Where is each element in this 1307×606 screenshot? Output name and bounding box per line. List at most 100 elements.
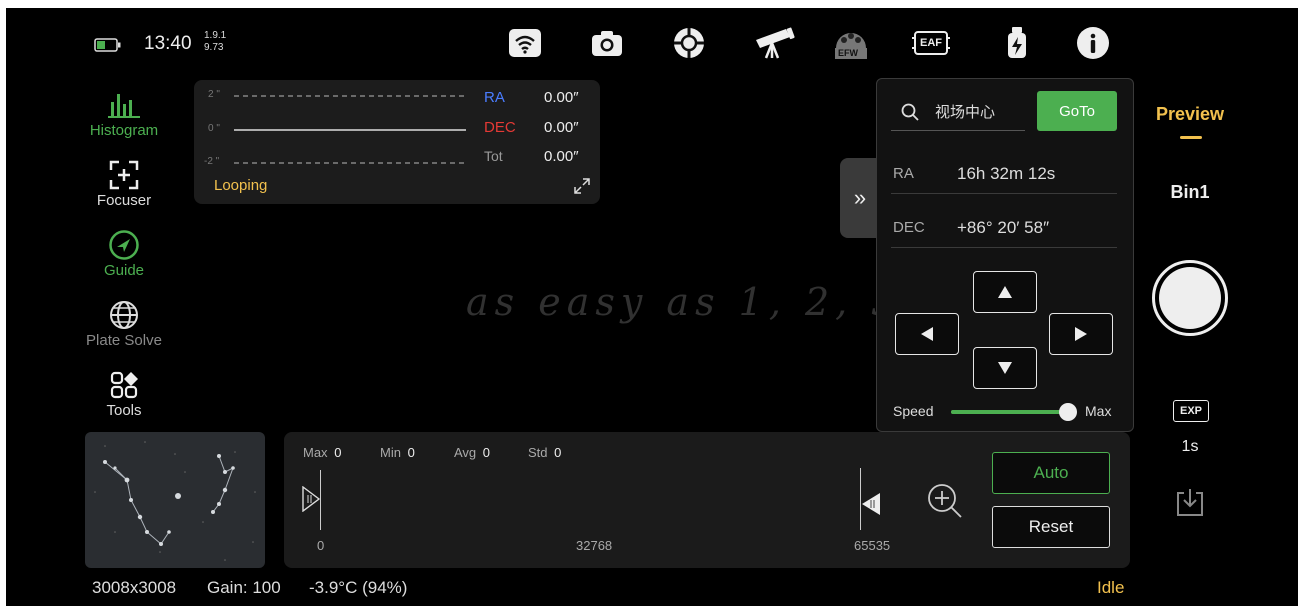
stat-max-value: 0 [334,445,342,460]
stat-max-label: Max [303,445,328,460]
move-up-button[interactable] [973,271,1037,313]
guide-graph-lines [234,95,466,164]
stat-avg-label: Avg [454,445,477,460]
menu-guide[interactable]: Guide [80,228,168,279]
stat-min-label: Min [380,445,401,460]
y-label-bottom: -2 " [204,156,220,167]
temperature-info: -3.9°C (94%) [309,578,408,597]
bin-selector[interactable]: Bin1 [1148,182,1232,203]
search-underline [891,130,1025,131]
menu-plate-solve[interactable]: Plate Solve [80,298,168,349]
dec-coord-label: DEC [893,219,925,236]
speed-slider[interactable] [951,403,1077,421]
scale-mid: 32768 [576,538,613,553]
histogram-icon [80,88,168,122]
wifi-icon[interactable] [508,26,542,60]
clock: 13:40 [144,33,192,54]
black-point-handle[interactable] [302,485,321,517]
tot-label: Tot [484,148,503,164]
menu-histogram-label: Histogram [89,122,159,139]
scale-max: 65535 [854,538,891,553]
y-label-mid: 0 " [208,123,220,134]
guide-icon [80,228,168,262]
menu-tools[interactable]: Tools [80,368,168,419]
ra-value: 0.00″ [544,89,579,106]
zoom-in-icon[interactable] [926,482,964,525]
menu-guide-label: Guide [103,262,145,279]
app-screen: 13:40 1.9.1 9.73 EFW EAF Histogram Focus… [6,8,1298,606]
capture-state: Idle [1097,578,1125,597]
tools-icon [80,368,168,402]
watermark: as easy as 1, 2, 3 [466,280,902,324]
move-right-button[interactable] [1049,313,1113,355]
black-point-line [320,470,321,530]
gain-info: Gain: 100 [207,578,281,597]
efw-label: EFW [838,48,858,58]
stat-max: Max 0 [303,445,341,460]
reset-button[interactable]: Reset [992,506,1110,548]
triangle-right-icon [1075,327,1087,341]
mount-control-panel: 视场中心 GoTo RA 16h 32m 12s DEC +86° 20′ 58… [876,78,1134,432]
focuser-icon [80,158,168,192]
battery-icon [94,38,122,52]
move-down-button[interactable] [973,347,1037,389]
speed-slider-thumb[interactable] [1059,403,1077,421]
shutter-button-inner [1159,267,1221,329]
expand-graph-icon[interactable] [572,176,592,201]
stat-std: Std 0 [528,445,561,460]
efw-icon[interactable]: EFW [832,26,870,60]
chevron-right-icon: » [853,185,867,210]
move-left-button[interactable] [895,313,959,355]
telescope-icon[interactable] [752,26,796,60]
stat-min-value: 0 [407,445,415,460]
histogram-panel: Max 0 Min 0 Avg 0 Std 0 0 32768 65535 Au… [284,432,1130,568]
ra-coord-label: RA [893,165,914,182]
menu-plate-solve-label: Plate Solve [86,332,162,349]
sky-thumbnail[interactable] [85,432,265,568]
triangle-down-icon [998,362,1012,374]
version-bottom: 9.73 [204,42,224,53]
eaf-icon[interactable]: EAF [912,26,950,60]
stat-min: Min 0 [380,445,415,460]
preview-mode-tab[interactable]: Preview [1148,104,1232,125]
menu-focuser[interactable]: Focuser [80,158,168,209]
download-icon[interactable] [1174,486,1206,523]
guide-graph-panel: 2 " 0 " -2 " RA 0.00″ DEC 0.00″ Tot 0.00… [194,80,600,204]
speed-label: Speed [893,403,934,419]
y-label-top: 2 " [208,89,220,100]
usb-power-icon[interactable] [1000,26,1034,60]
target-icon[interactable] [672,26,706,60]
dec-label: DEC [484,119,516,136]
dec-coord-value: +86° 20′ 58″ [957,218,1050,237]
exposure-badge[interactable]: EXP [1173,400,1209,422]
triangle-up-icon [998,286,1012,298]
stat-std-label: Std [528,445,548,460]
info-icon[interactable] [1076,26,1110,60]
camera-icon[interactable] [590,26,624,60]
ra-divider [891,193,1117,194]
triangle-left-icon [921,327,933,341]
white-point-handle[interactable] [860,492,880,521]
stat-std-value: 0 [554,445,562,460]
scale-min: 0 [317,538,325,553]
auto-button[interactable]: Auto [992,452,1110,494]
tot-value: 0.00″ [544,148,579,165]
menu-histogram[interactable]: Histogram [80,88,168,139]
ra-coord-value: 16h 32m 12s [957,164,1056,183]
globe-icon [80,298,168,332]
shutter-button[interactable] [1152,260,1228,336]
search-field[interactable]: 视场中心 [935,101,1023,122]
stat-avg-value: 0 [482,445,491,460]
dec-value: 0.00″ [544,119,579,136]
expand-panel-tab[interactable]: » [840,158,880,238]
goto-button[interactable]: GoTo [1037,91,1117,131]
search-icon [901,103,919,126]
version-top: 1.9.1 [204,30,227,41]
looping-status: Looping [214,177,268,194]
speed-slider-fill [951,410,1068,414]
dec-divider [891,247,1117,248]
eaf-label: EAF [920,37,942,49]
exposure-value: 1s [1181,438,1199,455]
preview-underline [1180,136,1202,139]
menu-focuser-label: Focuser [96,192,152,209]
